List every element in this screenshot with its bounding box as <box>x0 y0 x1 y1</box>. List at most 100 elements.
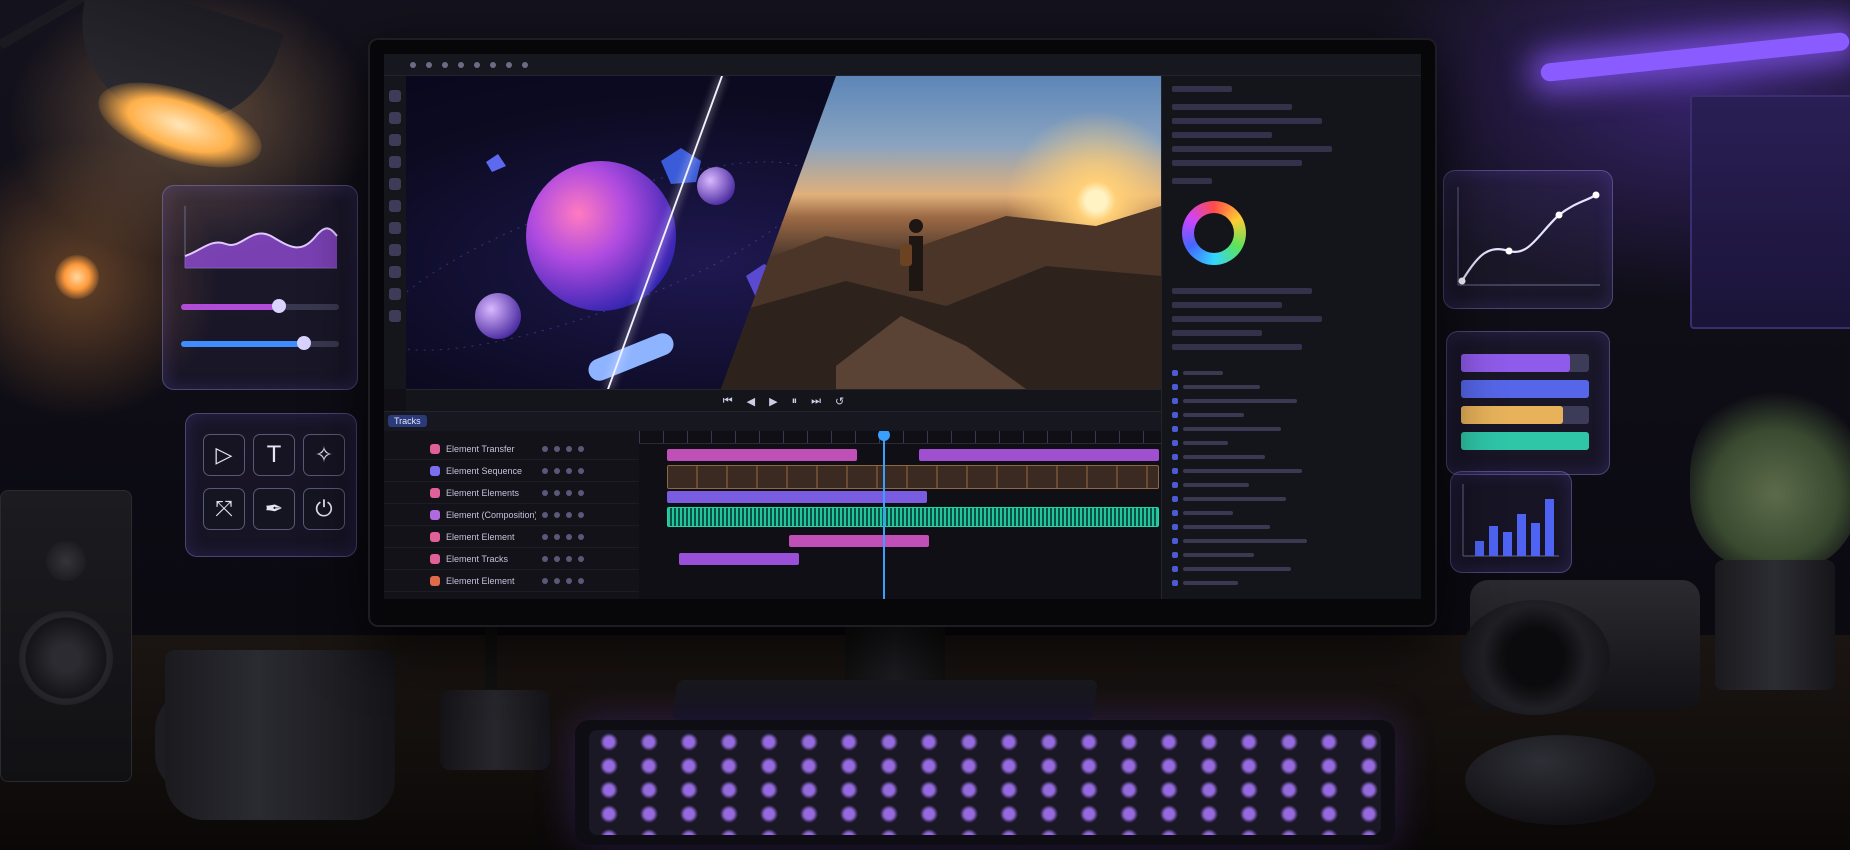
hand-tool-icon[interactable] <box>389 222 401 234</box>
layer-row[interactable] <box>1172 438 1408 448</box>
property-row[interactable] <box>1172 288 1312 294</box>
slider-knob[interactable] <box>271 299 286 313</box>
lock-icon[interactable] <box>554 468 560 474</box>
menu-icon-7[interactable] <box>506 61 512 68</box>
property-row[interactable] <box>1172 146 1332 152</box>
menu-icon-1[interactable] <box>410 61 416 68</box>
visibility-toggle-icon[interactable] <box>542 468 548 474</box>
mute-icon[interactable] <box>566 468 572 474</box>
menu-icon-4[interactable] <box>458 61 464 68</box>
layer-row[interactable] <box>1172 522 1408 532</box>
property-row[interactable] <box>1172 316 1322 322</box>
visibility-toggle-icon[interactable] <box>542 490 548 496</box>
mouse[interactable] <box>1465 735 1655 825</box>
property-row[interactable] <box>1172 344 1302 350</box>
property-row[interactable] <box>1172 104 1292 110</box>
clip-overlay[interactable] <box>667 449 857 461</box>
slider-blue[interactable] <box>181 336 339 350</box>
slider-magenta[interactable] <box>181 299 339 313</box>
play-icon[interactable]: ▷ <box>203 434 245 476</box>
layer-row[interactable] <box>1172 382 1408 392</box>
menu-icon-6[interactable] <box>490 61 496 68</box>
layer-row[interactable] <box>1172 424 1408 434</box>
layer-row[interactable] <box>1172 494 1408 504</box>
mute-icon[interactable] <box>566 446 572 452</box>
timeline-area[interactable] <box>639 431 1161 599</box>
color-tool-icon[interactable] <box>389 266 401 278</box>
layer-row[interactable] <box>1172 368 1408 378</box>
property-row[interactable] <box>1172 330 1262 336</box>
text-tool-icon[interactable] <box>389 156 401 168</box>
property-row[interactable] <box>1172 118 1322 124</box>
solo-icon[interactable] <box>578 490 584 496</box>
effects-tool-icon[interactable] <box>389 288 401 300</box>
layer-row[interactable] <box>1172 550 1408 560</box>
audio-tool-icon[interactable] <box>389 310 401 322</box>
property-row[interactable] <box>1172 302 1282 308</box>
solo-icon[interactable] <box>578 446 584 452</box>
mute-icon[interactable] <box>566 490 572 496</box>
property-row[interactable] <box>1172 160 1302 166</box>
menu-icon-2[interactable] <box>426 61 432 68</box>
select-tool-icon[interactable] <box>389 90 401 102</box>
slider-knob[interactable] <box>297 336 312 350</box>
track-row[interactable]: Element (Composition) <box>384 505 639 526</box>
mute-icon[interactable] <box>566 512 572 518</box>
layer-row[interactable] <box>1172 396 1408 406</box>
layer-row[interactable] <box>1172 466 1408 476</box>
play-icon[interactable]: ▶ <box>769 395 777 408</box>
tab-tracks[interactable]: Tracks <box>388 415 427 427</box>
clip-overlay[interactable] <box>919 449 1159 461</box>
visibility-toggle-icon[interactable] <box>542 446 548 452</box>
track-row[interactable]: Element Tracks <box>384 549 639 570</box>
property-row[interactable] <box>1172 178 1212 184</box>
visibility-toggle-icon[interactable] <box>542 556 548 562</box>
layer-row[interactable] <box>1172 536 1408 546</box>
step-back-icon[interactable]: ◀ <box>747 395 755 408</box>
solo-icon[interactable] <box>578 512 584 518</box>
keyboard[interactable] <box>575 720 1395 845</box>
lock-icon[interactable] <box>554 556 560 562</box>
layer-row[interactable] <box>1172 508 1408 518</box>
property-row[interactable] <box>1172 132 1272 138</box>
solo-icon[interactable] <box>578 468 584 474</box>
transform-icon[interactable]: ⤧ <box>203 488 245 530</box>
menu-icon-8[interactable] <box>522 61 528 68</box>
mute-icon[interactable] <box>566 556 572 562</box>
lock-icon[interactable] <box>554 490 560 496</box>
shape-star-icon[interactable]: ✧ <box>303 434 345 476</box>
skip-back-icon[interactable]: ⏮ <box>723 394 733 408</box>
pause-icon[interactable]: ⏸ <box>792 394 798 408</box>
pen-tool-icon[interactable] <box>389 200 401 212</box>
solo-icon[interactable] <box>578 534 584 540</box>
playhead[interactable] <box>878 431 890 599</box>
layer-row[interactable] <box>1172 578 1408 588</box>
menu-icon-5[interactable] <box>474 61 480 68</box>
zoom-tool-icon[interactable] <box>389 244 401 256</box>
solo-icon[interactable] <box>578 556 584 562</box>
menu-icon-3[interactable] <box>442 61 448 68</box>
layer-row[interactable] <box>1172 410 1408 420</box>
pen-tool-icon[interactable]: ✒ <box>253 488 295 530</box>
layer-row[interactable] <box>1172 564 1408 574</box>
audio-clip[interactable] <box>667 507 1159 527</box>
track-row[interactable]: Element Element <box>384 571 639 592</box>
layer-row[interactable] <box>1172 452 1408 462</box>
video-clip[interactable] <box>667 465 1159 489</box>
visibility-toggle-icon[interactable] <box>542 512 548 518</box>
visibility-toggle-icon[interactable] <box>542 534 548 540</box>
shape-tool-icon[interactable] <box>389 178 401 190</box>
lock-icon[interactable] <box>554 534 560 540</box>
clip-effect[interactable] <box>789 535 929 547</box>
lock-icon[interactable] <box>554 512 560 518</box>
track-row[interactable]: Element Sequence <box>384 461 639 482</box>
mute-icon[interactable] <box>566 578 572 584</box>
power-icon[interactable]: ⏻ <box>303 488 345 530</box>
clip-title[interactable] <box>667 491 927 503</box>
lock-icon[interactable] <box>554 578 560 584</box>
text-tool-icon[interactable]: T <box>253 434 295 476</box>
crop-tool-icon[interactable] <box>389 134 401 146</box>
clip-effect[interactable] <box>679 553 799 565</box>
mute-icon[interactable] <box>566 534 572 540</box>
loop-icon[interactable]: ↺ <box>835 395 844 408</box>
